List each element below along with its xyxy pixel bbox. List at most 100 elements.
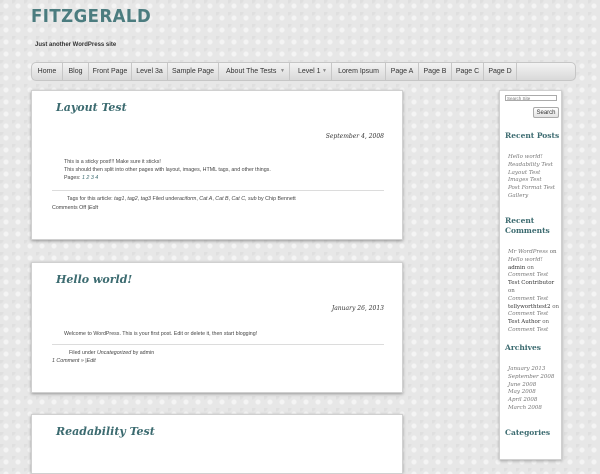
author-prefix: by bbox=[258, 196, 264, 202]
comment-item: Test Contributor on bbox=[508, 280, 561, 296]
page-link[interactable]: 1 bbox=[82, 175, 85, 181]
recent-post-link[interactable]: Readability Test bbox=[508, 162, 555, 170]
nav-label: Home bbox=[37, 68, 57, 75]
nav-label: Front Page bbox=[92, 68, 128, 75]
post-title[interactable]: Layout Test bbox=[56, 101, 127, 114]
nav-item-blog[interactable]: Blog bbox=[63, 63, 89, 80]
comment-author[interactable]: Mr WordPress bbox=[508, 249, 548, 255]
category-link[interactable]: Uncategorized bbox=[97, 350, 131, 356]
nav-item-front-page[interactable]: Front Page bbox=[89, 63, 132, 80]
archive-link[interactable]: March 2008 bbox=[508, 405, 554, 413]
post-title[interactable]: Hello world! bbox=[56, 273, 132, 286]
nav-item-about-the-tests[interactable]: About The Tests ▼ bbox=[219, 63, 290, 80]
search-input[interactable] bbox=[505, 95, 557, 101]
comment-post-link[interactable]: Comment Test bbox=[508, 311, 561, 319]
category-link[interactable]: Cat A bbox=[199, 196, 212, 202]
comments-link[interactable]: 1 Comment » bbox=[52, 358, 84, 364]
comment-on: on bbox=[508, 287, 515, 294]
tag-link[interactable]: tag1 bbox=[114, 196, 124, 202]
category-link[interactable]: aciform bbox=[179, 196, 196, 202]
site-tagline: Just another WordPress site bbox=[35, 42, 117, 48]
nav-label: Lorem Ipsum bbox=[338, 68, 379, 75]
nav-label: Page C bbox=[455, 68, 480, 75]
archive-link[interactable]: September 2008 bbox=[508, 374, 554, 382]
recent-post-link[interactable]: Images Test bbox=[508, 177, 555, 185]
archive-link[interactable]: January 2013 bbox=[508, 366, 554, 374]
author-link[interactable]: admin bbox=[140, 350, 154, 356]
nav-label: Page A bbox=[390, 68, 414, 75]
comment-post-link[interactable]: Comment Test bbox=[508, 296, 561, 304]
post-pages: Pages: 1 2 3 4 bbox=[64, 174, 271, 182]
nav-item-home[interactable]: Home bbox=[32, 63, 63, 80]
category-link[interactable]: Cat B bbox=[215, 196, 228, 202]
post-paragraph: Welcome to WordPress. This is your first… bbox=[64, 331, 258, 337]
recent-post-link[interactable]: Layout Test bbox=[508, 170, 555, 178]
recent-post-link[interactable]: Post Format Test bbox=[508, 185, 555, 193]
nav-label: About The Tests bbox=[226, 68, 277, 75]
tags-label: Tags for this article: bbox=[67, 196, 113, 202]
comment-on: on bbox=[549, 249, 557, 255]
comment-author: tellyworthtest2 bbox=[508, 303, 551, 310]
archives-list: January 2013 September 2008 June 2008 Ma… bbox=[508, 366, 554, 413]
nav-item-page-b[interactable]: Page B bbox=[419, 63, 452, 80]
pages-label: Pages: bbox=[64, 175, 81, 181]
comment-author: admin bbox=[508, 264, 526, 271]
nav-item-level-1[interactable]: Level 1 ▼ bbox=[290, 63, 332, 80]
nav-item-sample-page[interactable]: Sample Page bbox=[168, 63, 219, 80]
category-link[interactable]: Cat C bbox=[232, 196, 246, 202]
recent-post-link[interactable]: Gallery bbox=[508, 193, 555, 201]
comment-on: on bbox=[552, 303, 560, 310]
widget-title-line: Recent bbox=[505, 216, 535, 225]
comment-on: on bbox=[527, 264, 534, 271]
edit-link[interactable]: Edit bbox=[87, 358, 96, 364]
comments-status: Comments Off bbox=[52, 205, 87, 211]
comment-item: Mr WordPress on bbox=[508, 249, 561, 257]
recent-post-link[interactable]: Hello world! bbox=[508, 154, 555, 162]
tag-link[interactable]: tag2 bbox=[127, 196, 137, 202]
post-paragraph: This should then split into other pages … bbox=[64, 167, 271, 173]
nav-label: Page D bbox=[488, 68, 512, 75]
post-layout-test: Layout Test September 4, 2008 This is a … bbox=[31, 90, 403, 240]
widget-title-categories: Categories bbox=[505, 428, 551, 437]
nav-label: Sample Page bbox=[171, 68, 215, 75]
post-footer: Comments Off |Edit bbox=[52, 205, 99, 211]
nav-item-level-3a[interactable]: Level 3a bbox=[132, 63, 168, 80]
recent-posts-list: Hello world! Readability Test Layout Tes… bbox=[508, 154, 555, 201]
nav-item-page-d[interactable]: Page D bbox=[484, 63, 517, 80]
edit-link[interactable]: Edit bbox=[89, 205, 98, 211]
post-title[interactable]: Readability Test bbox=[56, 425, 155, 438]
post-hello-world: Hello world! January 26, 2013 Welcome to… bbox=[31, 262, 403, 393]
comment-post-link[interactable]: Comment Test bbox=[508, 327, 561, 335]
search-button[interactable]: Search bbox=[533, 107, 559, 118]
nav-item-page-a[interactable]: Page A bbox=[386, 63, 419, 80]
nav-label: Level 1 bbox=[298, 68, 321, 75]
archive-link[interactable]: May 2008 bbox=[508, 389, 554, 397]
nav-label: Page B bbox=[423, 68, 447, 75]
comment-on: on bbox=[542, 319, 550, 326]
dropdown-arrow-icon: ▼ bbox=[280, 68, 285, 74]
archive-link[interactable]: June 2008 bbox=[508, 382, 554, 390]
page-link[interactable]: 2 bbox=[86, 175, 89, 181]
page-link[interactable]: 4 bbox=[95, 175, 98, 181]
author-link[interactable]: Chip Bennett bbox=[265, 196, 296, 202]
recent-comments-list: Mr WordPress on Hello world! admin on Co… bbox=[508, 249, 561, 335]
widget-title-archives: Archives bbox=[505, 343, 541, 352]
comment-post-link[interactable]: Comment Test bbox=[508, 272, 548, 278]
comment-post-link[interactable]: Hello world! bbox=[508, 257, 561, 265]
category-link[interactable]: sub bbox=[248, 196, 257, 202]
divider bbox=[52, 344, 384, 345]
page-link[interactable]: 3 bbox=[91, 175, 94, 181]
nav-label: Level 3a bbox=[136, 68, 163, 75]
widget-title-recent-comments: Recent Comments bbox=[505, 216, 550, 236]
post-meta: Tags for this article: tag1, tag2, tag3 … bbox=[67, 196, 296, 202]
archive-link[interactable]: April 2008 bbox=[508, 397, 554, 405]
nav-item-page-c[interactable]: Page C bbox=[452, 63, 484, 80]
comment-item: tellyworthtest2 on bbox=[508, 304, 561, 312]
site-title[interactable]: FITZGERALD bbox=[31, 6, 151, 27]
main-navigation: Home Blog Front Page Level 3a Sample Pag… bbox=[31, 62, 576, 81]
tag-link[interactable]: tag3 bbox=[141, 196, 151, 202]
post-meta: Filed under Uncategorized by admin bbox=[69, 349, 154, 357]
nav-item-lorem-ipsum[interactable]: Lorem Ipsum bbox=[332, 63, 386, 80]
post-readability-test: Readability Test bbox=[31, 414, 403, 474]
comment-item: Test Author on bbox=[508, 319, 561, 327]
